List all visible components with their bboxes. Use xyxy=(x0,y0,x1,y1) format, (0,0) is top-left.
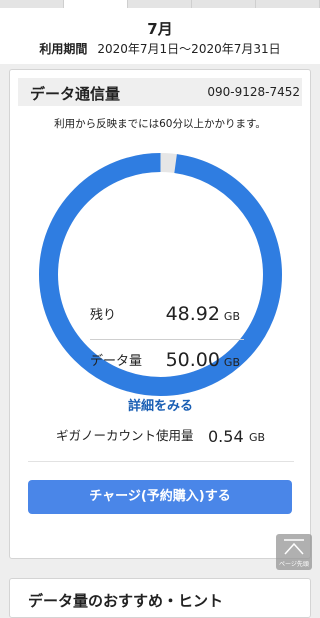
top-tab-active[interactable] xyxy=(64,0,128,8)
period-dates: 2020年7月1日〜2020年7月31日 xyxy=(97,42,281,56)
giga-nocount-label: ギガノーカウント使用量 xyxy=(56,428,194,443)
data-amount-unit: GB xyxy=(223,356,240,369)
top-tab-strip xyxy=(0,0,320,8)
card-title: データ通信量 xyxy=(30,85,121,103)
top-tab[interactable] xyxy=(192,0,256,8)
charge-button[interactable]: チャージ(予約購入)する xyxy=(28,480,292,514)
arrow-up-icon xyxy=(284,539,304,555)
data-usage-card: データ通信量 090-9128-7452 利用から反映までには60分以上かかりま… xyxy=(9,69,311,559)
top-tab[interactable] xyxy=(0,0,64,8)
data-amount-value: 50.00 xyxy=(165,349,220,371)
giga-nocount-value: 0.54 xyxy=(208,427,244,446)
stat-divider xyxy=(90,339,244,340)
remaining-stat: 残り 48.92 GB xyxy=(90,299,240,329)
reflection-notice: 利用から反映までには60分以上かかります。 xyxy=(54,118,266,130)
remaining-value: 48.92 xyxy=(165,303,220,325)
phone-number: 090-9128-7452 xyxy=(207,85,300,99)
data-amount-stat: データ量 50.00 GB xyxy=(90,345,240,375)
period-label: 利用期間 xyxy=(39,42,88,56)
top-tab[interactable] xyxy=(256,0,320,8)
detail-link[interactable]: 詳細をみる xyxy=(38,395,283,414)
billing-period-header: 7月 利用期間 2020年7月1日〜2020年7月31日 xyxy=(0,8,320,64)
period-month: 7月 xyxy=(147,20,173,38)
data-amount-label: データ量 xyxy=(90,354,143,369)
recommendation-title: データ量のおすすめ・ヒント xyxy=(28,592,224,610)
remaining-unit: GB xyxy=(223,310,240,323)
usage-ring-chart: 残り 48.92 GB データ量 50.00 GB 詳細をみる xyxy=(38,152,283,414)
giga-nocount-row: ギガノーカウント使用量 0.54 GB xyxy=(56,424,286,448)
top-tab[interactable] xyxy=(128,0,192,8)
section-divider xyxy=(28,461,294,462)
recommendation-card: データ量のおすすめ・ヒント xyxy=(9,578,311,618)
card-header: データ通信量 090-9128-7452 xyxy=(18,78,302,106)
period-range: 利用期間 2020年7月1日〜2020年7月31日 xyxy=(0,40,320,57)
page-top-button[interactable]: ページ先頭 xyxy=(276,534,312,570)
page-top-label: ページ先頭 xyxy=(279,561,309,568)
remaining-label: 残り xyxy=(90,308,117,323)
giga-nocount-unit: GB xyxy=(249,431,266,444)
